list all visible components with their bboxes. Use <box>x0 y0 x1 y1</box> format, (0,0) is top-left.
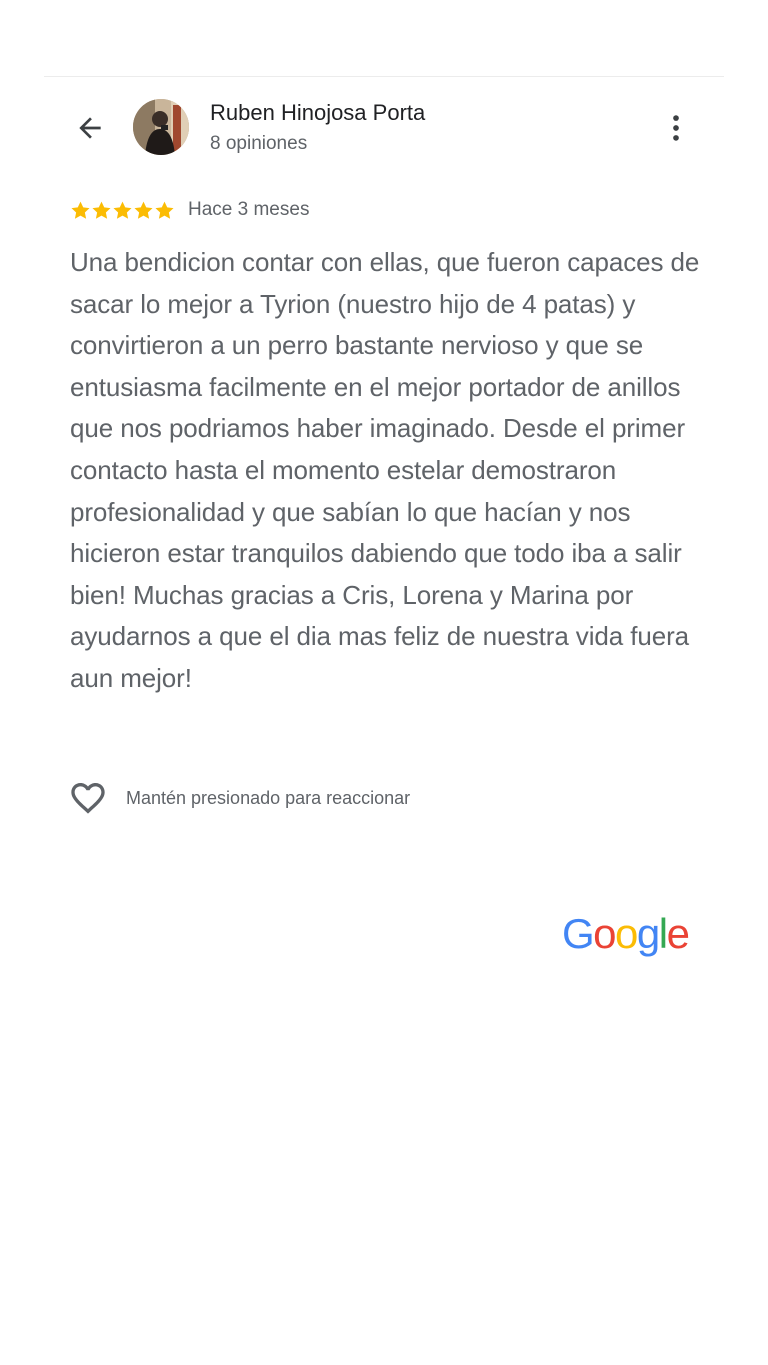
react-button[interactable]: Mantén presionado para reaccionar <box>68 780 410 816</box>
star-rating <box>70 200 175 221</box>
star-icon <box>134 201 153 219</box>
arrow-back-icon <box>79 117 101 139</box>
react-hint: Mantén presionado para reaccionar <box>126 787 411 808</box>
avatar-photo <box>133 99 189 155</box>
star-icon <box>71 201 90 219</box>
review-header: Ruben Hinojosa Porta 8 opiniones <box>0 96 768 160</box>
rating-row: Hace 3 meses <box>70 196 309 224</box>
avatar[interactable] <box>133 99 189 155</box>
top-divider <box>44 76 724 77</box>
back-button[interactable] <box>70 108 110 148</box>
reviewer-name[interactable]: Ruben Hinojosa Porta <box>210 100 425 126</box>
svg-text:Google: Google <box>562 910 689 957</box>
star-icon <box>155 201 174 219</box>
more-vert-icon <box>673 115 679 141</box>
google-logo: Google <box>562 910 690 957</box>
star-icon <box>92 201 111 219</box>
more-options-button[interactable] <box>656 108 696 148</box>
review-text: Una bendicion contar con ellas, que fuer… <box>70 247 700 693</box>
heart-outline-icon <box>71 783 105 814</box>
star-icon <box>113 201 132 219</box>
reviewer-review-count: 8 opiniones <box>210 133 308 154</box>
review-date: Hace 3 meses <box>188 199 310 220</box>
